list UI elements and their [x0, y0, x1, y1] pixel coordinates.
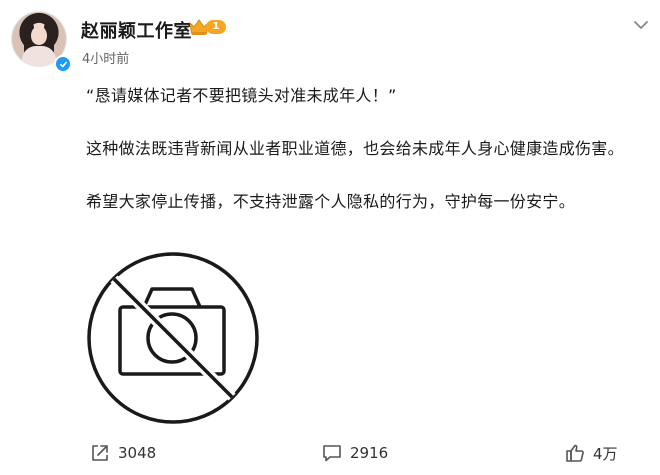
- comment-count: 2916: [350, 444, 389, 462]
- forward-button[interactable]: 3048: [90, 441, 156, 465]
- avatar-face: [31, 26, 47, 45]
- action-bar: 3048 2916 4万: [0, 432, 660, 472]
- like-count: 4万: [593, 444, 618, 463]
- thumbs-up-icon: [566, 444, 584, 462]
- author-name[interactable]: 赵丽颖工作室: [81, 17, 192, 43]
- post-paragraph: 希望大家停止传播，不支持泄露个人隐私的行为，守护每一份安宁。: [86, 192, 576, 211]
- like-button[interactable]: 4万: [565, 441, 618, 465]
- comment-icon: [323, 445, 341, 462]
- no-camera-icon[interactable]: [84, 249, 262, 427]
- avatar-dress: [22, 46, 56, 66]
- vip-badge[interactable]: 1: [188, 17, 230, 37]
- post-paragraph: 这种做法既违背新闻从业者职业道德，也会给未成年人身心健康造成伤害。: [86, 139, 624, 158]
- vip-level: 1: [206, 20, 226, 34]
- post-paragraph: “恳请媒体记者不要把镜头对准未成年人！”: [86, 86, 397, 105]
- chevron-down-icon[interactable]: [633, 20, 649, 30]
- post-time[interactable]: 4小时前: [82, 48, 129, 67]
- verified-check-icon: [54, 55, 72, 73]
- forward-icon: [92, 445, 108, 461]
- weibo-post: 赵丽颖工作室 1 4小时前 “恳请媒体记者不要把镜头对准未成年人！” 这种做法既…: [0, 0, 660, 475]
- comment-button[interactable]: 2916: [322, 441, 388, 465]
- forward-count: 3048: [118, 444, 157, 462]
